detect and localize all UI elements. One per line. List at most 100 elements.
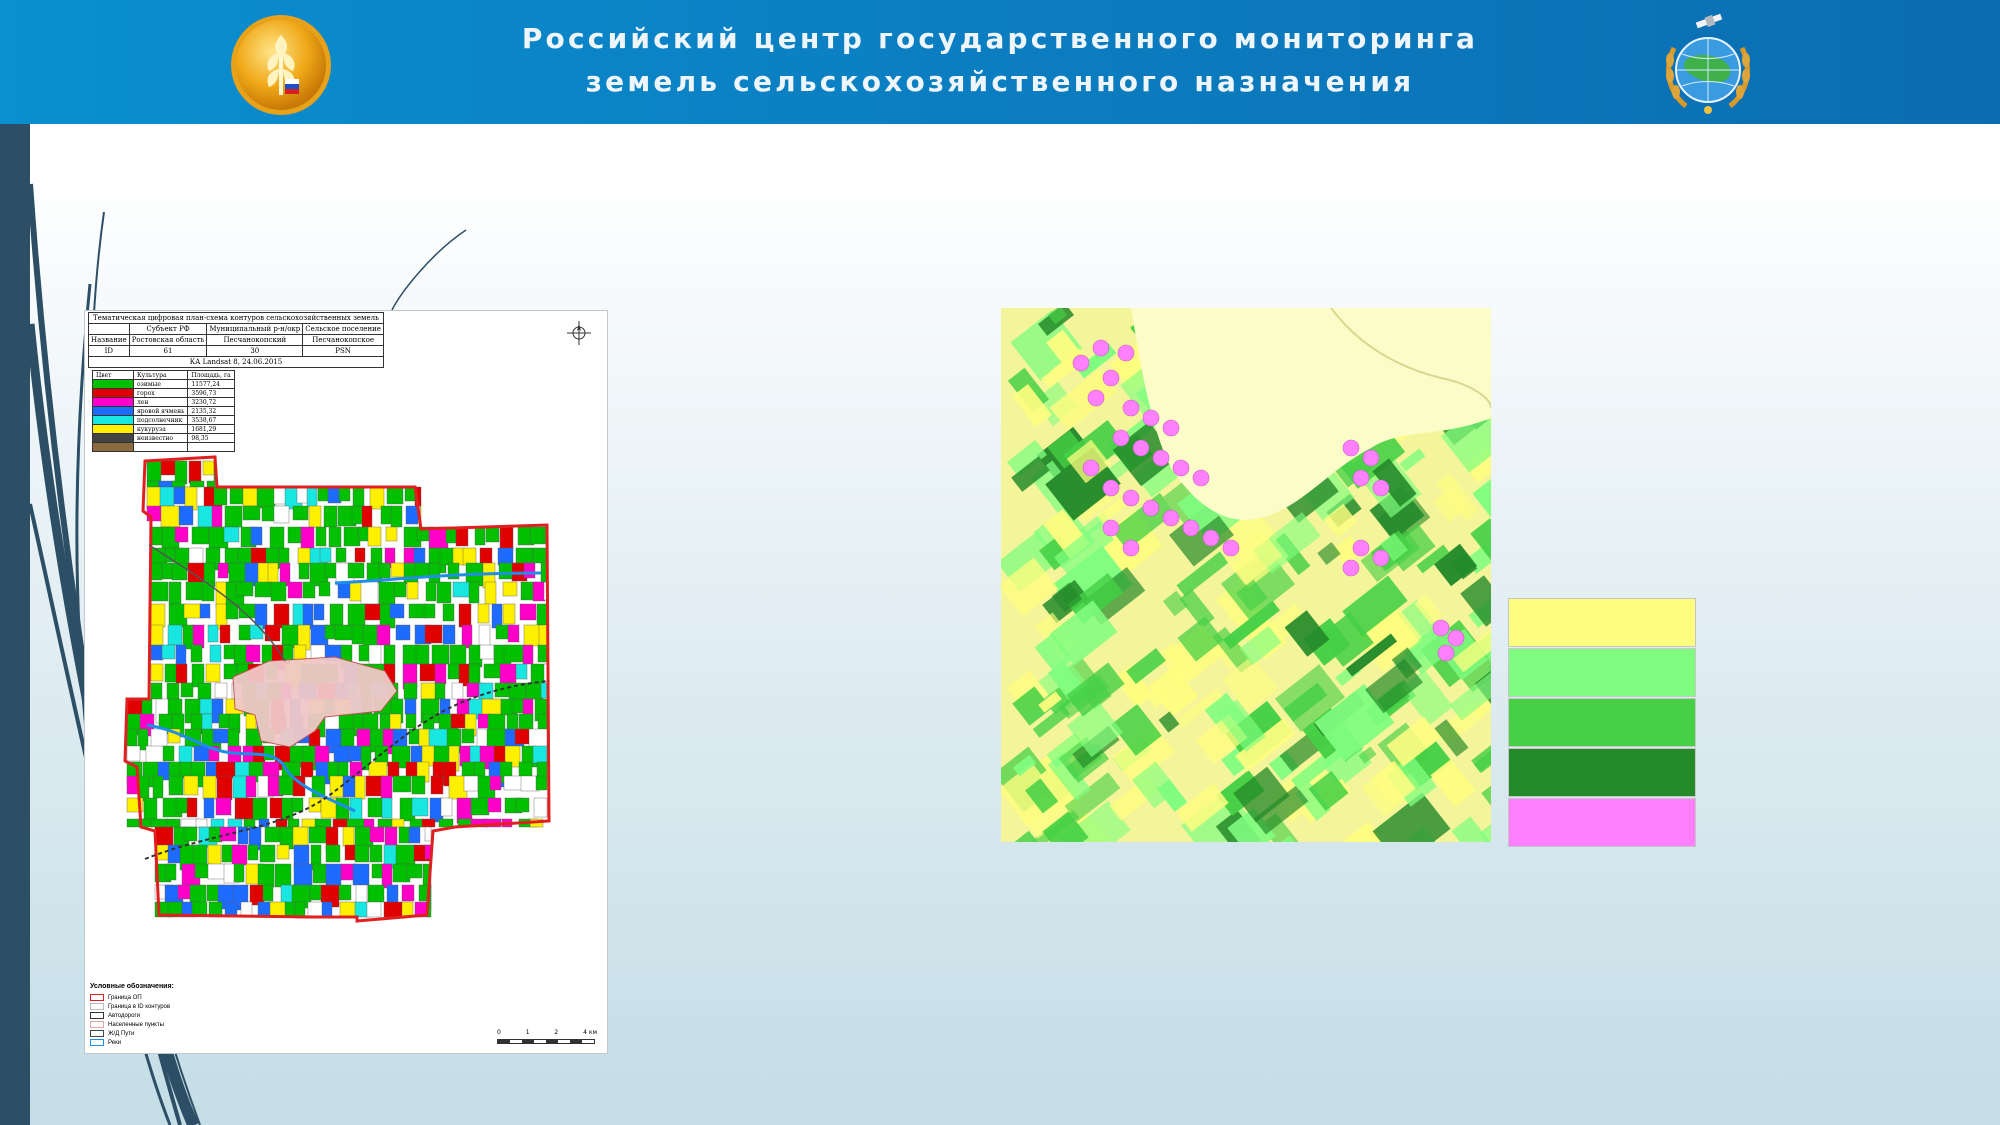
field-parcel [367, 526, 382, 547]
field-parcel [479, 644, 495, 660]
legend-marker [90, 1039, 104, 1046]
field-parcel [227, 745, 242, 765]
highlighted-parcel [1162, 509, 1180, 527]
field-parcel [210, 818, 225, 828]
field-parcel [158, 480, 175, 488]
field-parcel [358, 644, 371, 662]
field-parcel [391, 818, 405, 828]
field-parcel [390, 562, 407, 578]
field-parcel [455, 526, 469, 547]
field-parcel [420, 682, 437, 700]
scale-label: 4 км [583, 1029, 597, 1036]
field-parcel [146, 460, 162, 482]
field-parcel [269, 797, 284, 819]
field-parcel [293, 863, 313, 888]
field-parcel [319, 547, 332, 563]
field-parcel [154, 826, 174, 848]
field-parcel [438, 818, 454, 828]
field-parcel [215, 797, 232, 816]
field-parcel [380, 505, 393, 525]
field-parcel [404, 698, 417, 715]
field-parcel [276, 844, 290, 860]
field-parcel [389, 713, 402, 731]
field-parcel [483, 663, 503, 679]
field-parcel [378, 581, 396, 605]
highlighted-parcel [1072, 354, 1090, 372]
field-parcel [245, 775, 257, 798]
field-parcel [533, 797, 548, 818]
field-parcel [354, 547, 366, 563]
field-parcel [411, 775, 426, 795]
field-parcel [215, 761, 236, 779]
field-parcel [411, 797, 429, 817]
legend-marker [90, 1021, 104, 1028]
field-parcel [347, 562, 365, 579]
field-parcel [257, 863, 275, 888]
field-parcel [199, 603, 211, 619]
field-parcel [264, 826, 283, 843]
field-parcel [352, 863, 370, 886]
field-parcel [332, 818, 350, 828]
field-parcel [254, 581, 273, 598]
field-parcel [484, 581, 497, 605]
field-parcel [171, 480, 186, 488]
field-parcel [442, 624, 456, 645]
field-parcel [318, 581, 331, 597]
field-parcel [515, 797, 530, 813]
field-parcel [335, 547, 347, 563]
field-parcel [338, 884, 352, 901]
field-parcel [252, 797, 268, 821]
satellite-legend [1508, 598, 1696, 848]
highlighted-parcel [1222, 539, 1240, 557]
legend-label: Реки [108, 1039, 122, 1046]
field-parcel [274, 863, 292, 888]
field-parcel [363, 818, 375, 828]
field-parcel [242, 486, 259, 507]
highlighted-parcel [1112, 429, 1130, 447]
header-title-line2: земель сельскохозяйственного назначения [585, 65, 1415, 98]
field-parcel [218, 713, 231, 729]
field-parcel [186, 797, 198, 818]
highlighted-parcel [1142, 409, 1160, 427]
field-parcel [167, 624, 183, 646]
highlighted-parcel [1117, 344, 1135, 362]
field-parcel [150, 818, 169, 828]
field-parcel [532, 547, 548, 564]
field-parcel [150, 603, 166, 628]
highlighted-parcel [1122, 489, 1140, 507]
scale-bar: 0 1 2 4 км [497, 1029, 597, 1049]
field-parcel [430, 775, 444, 795]
field-parcel [146, 480, 160, 488]
field-parcel [216, 775, 233, 801]
field-parcel [202, 460, 215, 476]
field-parcel [477, 603, 490, 624]
highlighted-parcel [1087, 389, 1105, 407]
field-parcel [540, 682, 548, 699]
field-parcel [180, 818, 199, 828]
highlighted-parcel [1092, 339, 1110, 357]
field-parcel [189, 480, 205, 488]
field-parcel [273, 603, 290, 629]
field-parcel [206, 480, 216, 488]
field-parcel [212, 728, 230, 744]
field-parcel [458, 603, 472, 628]
field-parcel [284, 901, 296, 918]
field-parcel [223, 526, 240, 543]
field-parcel [515, 663, 528, 680]
field-parcel [532, 581, 546, 602]
field-parcel [369, 826, 385, 843]
field-parcel [370, 547, 383, 566]
field-parcel [328, 526, 342, 548]
field-parcel [175, 663, 188, 684]
field-parcel [401, 901, 414, 918]
highlighted-parcel [1102, 369, 1120, 387]
legend-item: Ж/Д Пути [90, 1029, 174, 1038]
field-parcel [146, 505, 162, 522]
field-parcel [227, 818, 243, 828]
field-parcel [214, 682, 228, 699]
field-parcel [245, 713, 257, 730]
field-parcel [238, 624, 252, 641]
field-parcel [192, 844, 208, 866]
field-parcel [398, 826, 411, 844]
legend-label: Ж/Д Пути [108, 1030, 135, 1037]
